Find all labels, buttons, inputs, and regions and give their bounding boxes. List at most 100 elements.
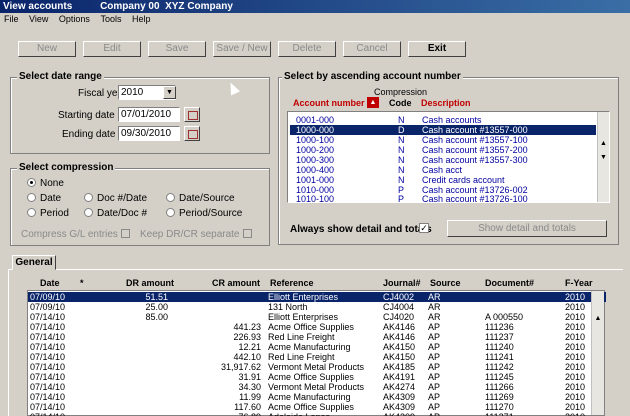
cell-ref: 131 North xyxy=(268,302,308,312)
column-account-number[interactable]: Account number xyxy=(293,98,365,108)
menu-help[interactable]: Help xyxy=(132,14,151,24)
compress-gl-checkbox[interactable]: Compress G/L entries xyxy=(21,229,130,240)
cell-source: AR xyxy=(428,302,441,312)
table-row[interactable]: 07/09/10 25.00 131 North CJ4004 AR 2010 xyxy=(28,302,606,312)
transactions-grid[interactable]: 07/09/10 51.51 Elliott Enterprises CJ4002 AR… xyxy=(27,290,606,416)
cell-ref: Vermont Metal Products xyxy=(268,362,365,372)
ending-date-field[interactable]: 09/30/2010 xyxy=(118,126,180,141)
calendar-icon[interactable] xyxy=(184,126,200,141)
calendar-icon[interactable] xyxy=(184,107,200,122)
table-row[interactable]: 07/14/10 85.00 Elliott Enterprises CJ4020 AR… xyxy=(28,312,606,322)
menu-view[interactable]: View xyxy=(29,14,48,24)
sort-ascending-icon[interactable]: ▲ xyxy=(367,97,379,108)
tab-general[interactable]: General xyxy=(12,255,56,270)
cell-date: 07/14/10 xyxy=(30,382,66,392)
chevron-down-icon[interactable]: ▼ xyxy=(163,86,176,99)
col-fyear[interactable]: F-Year xyxy=(565,278,593,288)
cancel-button[interactable]: Cancel xyxy=(343,41,401,57)
account-number: 1000-200 xyxy=(296,145,335,155)
account-row-selected[interactable]: 1000-000 D Cash account #13557-000 xyxy=(289,124,597,136)
new-button[interactable]: New xyxy=(18,41,76,57)
starting-date-field[interactable]: 07/01/2010 xyxy=(118,107,180,122)
col-date[interactable]: Date xyxy=(40,278,60,288)
grid-scrollbar[interactable]: ▲ xyxy=(591,291,604,415)
col-dr-amount[interactable]: DR amount xyxy=(126,278,174,288)
account-code: N xyxy=(398,115,405,125)
account-list[interactable]: 0001-000 N Cash accounts 1000-000 D Cash acc… xyxy=(287,111,610,204)
cell-cr: 12.21 xyxy=(238,342,261,352)
cell-journal: AK4309 xyxy=(383,412,428,416)
cell-cr: 11.99 xyxy=(239,392,261,402)
col-cr-amount[interactable]: CR amount xyxy=(212,278,260,288)
checkbox-icon xyxy=(242,229,252,238)
always-show-checkbox[interactable]: ✓ xyxy=(419,223,429,233)
scroll-up-icon[interactable]: ▲ xyxy=(598,138,609,150)
account-row[interactable]: 0001-000 N Cash accounts xyxy=(290,115,596,125)
show-detail-button[interactable]: Show detail and totals xyxy=(447,220,607,237)
radio-icon xyxy=(27,208,36,217)
cell-ref: Acme Office Supplies xyxy=(268,372,354,382)
col-journal[interactable]: Journal# xyxy=(383,278,421,288)
cell-source: AP xyxy=(428,412,468,416)
radio-icon xyxy=(84,193,93,202)
account-list-scrollbar[interactable]: ▲ ▼ xyxy=(597,112,609,202)
account-row[interactable]: 1010-100 P Cash account #13726-100 xyxy=(290,194,596,204)
exit-button[interactable]: Exit xyxy=(408,41,466,57)
table-row[interactable]: 07/14/10 31.91 Acme Office Supplies AK4191 A… xyxy=(28,372,606,382)
account-desc: Cash accounts xyxy=(422,115,482,125)
account-row[interactable]: 1000-400 N Cash acct xyxy=(290,165,596,175)
radio-period[interactable]: Period xyxy=(27,208,69,219)
table-row[interactable]: 07/14/10 117.60 Acme Office Supplies AK4309… xyxy=(28,402,606,412)
delete-button[interactable]: Delete xyxy=(278,41,336,57)
account-desc: Cash account #13726-100 xyxy=(422,194,528,204)
table-row[interactable]: 07/14/10 441.23 Acme Office Supplies AK4146… xyxy=(28,322,606,332)
col-document[interactable]: Document# xyxy=(485,278,534,288)
menu-file[interactable]: File xyxy=(4,14,19,24)
radio-none[interactable]: None xyxy=(27,178,64,189)
scroll-up-icon[interactable]: ▲ xyxy=(592,313,604,325)
radio-period-source[interactable]: Period/Source xyxy=(166,208,242,219)
account-row[interactable]: 1001-000 N Credit cards account xyxy=(290,175,596,185)
radio-date-doc[interactable]: Date/Doc # xyxy=(84,208,147,219)
checkbox-label: Compress G/L entries xyxy=(21,229,118,240)
table-row[interactable]: 07/14/10 442.10 Red Line Freight AK4150 AP 11… xyxy=(28,352,606,362)
col-reference[interactable]: Reference xyxy=(270,278,314,288)
table-row[interactable]: 07/14/10 226.93 Red Line Freight AK4146 AP 11… xyxy=(28,332,606,342)
table-row[interactable]: 07/14/10 11.99 Acme Manufacturing AK4309 AP 1… xyxy=(28,392,606,402)
save-new-button[interactable]: Save / New xyxy=(213,41,271,57)
table-row-selected[interactable]: 07/09/10 51.51 Elliott Enterprises CJ4002 AR… xyxy=(28,292,606,302)
cell-doc: 111270 xyxy=(485,402,514,412)
col-source[interactable]: Source xyxy=(430,278,461,288)
radio-doc-date[interactable]: Doc #/Date xyxy=(84,193,147,204)
table-row[interactable]: 07/14/10 76.89 Adelaide Lanes AK4309AP 11127… xyxy=(28,412,606,416)
save-button[interactable]: Save xyxy=(148,41,206,57)
table-row[interactable]: 07/14/10 31,917.62 Vermont Metal Products A… xyxy=(28,362,606,372)
radio-icon xyxy=(166,193,175,202)
cell-date: 07/09/10 xyxy=(30,292,66,302)
account-desc: Credit cards account xyxy=(422,175,505,185)
edit-button[interactable]: Edit xyxy=(83,41,141,57)
table-row[interactable]: 07/14/10 34.30 Vermont Metal Products AK427… xyxy=(28,382,606,392)
cell-journal: AK4191 xyxy=(383,372,416,382)
cell-fyear: 2010 xyxy=(565,412,591,416)
column-description[interactable]: Description xyxy=(421,98,471,108)
cell-source: AP xyxy=(428,332,441,342)
account-row[interactable]: 1000-300 N Cash account #13557-300 xyxy=(290,155,596,165)
account-row[interactable]: 1000-100 N Cash account #13557-100 xyxy=(290,135,596,145)
radio-date-source[interactable]: Date/Source xyxy=(166,193,235,204)
scroll-down-icon[interactable]: ▼ xyxy=(598,152,609,164)
keep-drcr-checkbox[interactable]: Keep DR/CR separate xyxy=(140,229,252,240)
toolbar: New Edit Save Save / New Delete Cancel E… xyxy=(0,26,630,66)
cell-doc: 111271 xyxy=(485,412,555,416)
account-number: 0001-000 xyxy=(296,115,335,125)
cell-ref: Acme Manufacturing xyxy=(268,392,351,402)
menu-options[interactable]: Options xyxy=(59,14,90,24)
account-row[interactable]: 1000-200 N Cash account #13557-200 xyxy=(290,145,596,155)
cell-fyear: 2010 xyxy=(565,332,586,342)
menu-tools[interactable]: Tools xyxy=(100,14,121,24)
radio-date[interactable]: Date xyxy=(27,193,61,204)
table-row[interactable]: 07/14/10 12.21 Acme Manufacturing AK4150 AP 1… xyxy=(28,342,606,352)
account-desc: Cash account #13557-200 xyxy=(422,145,528,155)
column-code[interactable]: Code xyxy=(389,98,412,108)
cell-fyear: 2010 xyxy=(565,392,586,402)
